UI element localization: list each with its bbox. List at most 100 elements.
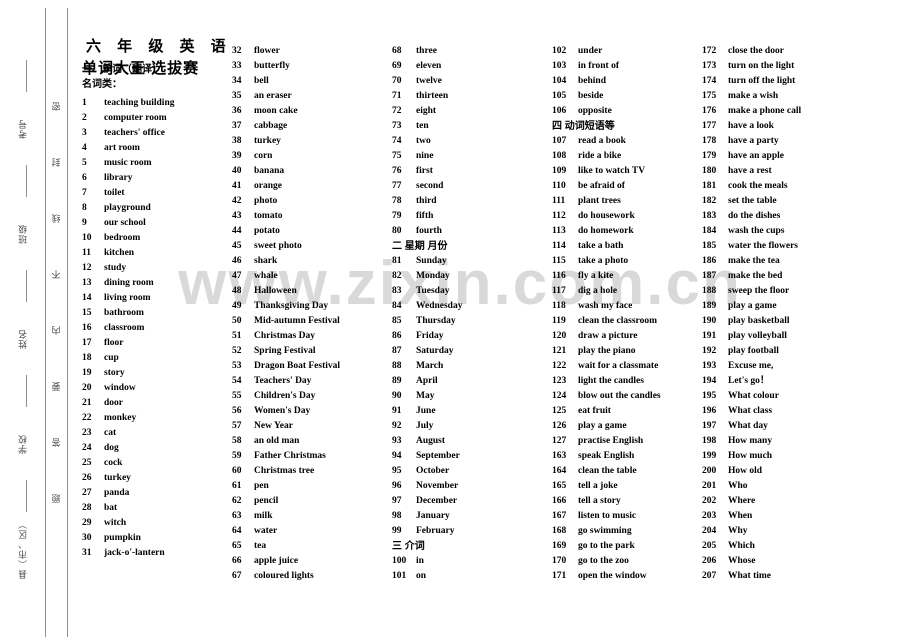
word-entry-number: 178 [702, 136, 717, 146]
word-entry-text: teaching building [104, 98, 175, 108]
word-entry: 197 What day [702, 419, 872, 434]
word-entry-text: have a look [728, 121, 774, 131]
word-entry-number: 98 [392, 511, 402, 521]
word-entry-number: 61 [232, 481, 242, 491]
word-entry-number: 125 [552, 406, 567, 416]
word-entry-text: an eraser [254, 91, 292, 101]
word-entry-text: do homework [578, 226, 634, 236]
word-entry-text: kitchen [104, 248, 135, 258]
word-entry-text: teachers' office [104, 128, 165, 138]
word-entry: 204 Why [702, 524, 872, 539]
word-entry-number: 174 [702, 76, 717, 86]
word-entry: 167 listen to music [552, 509, 712, 524]
word-entry-text: Friday [416, 331, 444, 341]
word-entry-number: 2 [82, 113, 87, 123]
word-entry-number: 95 [392, 466, 402, 476]
word-entry-number: 85 [392, 316, 402, 326]
word-entry-number: 88 [392, 361, 402, 371]
word-entry-text: toilet [104, 188, 125, 198]
word-entry: 107 read a book [552, 134, 712, 149]
word-entry: 92 July [392, 419, 550, 434]
word-entry-text: March [416, 361, 444, 371]
word-entry-text: turkey [104, 473, 131, 483]
word-entry: 114 take a bath [552, 239, 712, 254]
word-entry-text: witch [104, 518, 127, 528]
word-entry: 117 dig a hole [552, 284, 712, 299]
word-entry-number: 69 [392, 61, 402, 71]
word-entry-number: 27 [82, 488, 92, 498]
word-entry-text: tell a joke [578, 481, 618, 491]
word-entry-number: 114 [552, 241, 566, 251]
word-entry: 63 milk [232, 509, 390, 524]
word-entry-text: door [104, 398, 123, 408]
word-entry-text: library [104, 173, 133, 183]
word-entry: 71 thirteen [392, 89, 550, 104]
word-entry-text: draw a picture [578, 331, 638, 341]
word-entry-text: do housework [578, 211, 635, 221]
word-entry: 171 open the window [552, 569, 712, 584]
word-entry: 10 bedroom [82, 231, 232, 246]
word-entry-text: Who [728, 481, 748, 491]
word-column-4: 102 under 103 in front of 104 behind 105 beside… [552, 44, 712, 584]
word-entry-text: cabbage [254, 121, 288, 131]
word-entry-text: Let's go！ [728, 376, 770, 386]
word-entry: 68 three [392, 44, 550, 59]
section-subheading-nouns: 名词类： [82, 79, 122, 90]
word-entry: 6 library [82, 171, 232, 186]
word-entry: 119 clean the classroom [552, 314, 712, 329]
word-entry-text: How old [728, 466, 763, 476]
word-entry-text: Whose [728, 556, 756, 566]
word-entry: 99 February [392, 524, 550, 539]
word-entry-text: an old man [254, 436, 300, 446]
word-entry-number: 173 [702, 61, 717, 71]
word-entry-number: 190 [702, 316, 717, 326]
word-entry-text: eight [416, 106, 437, 116]
word-entry-text: Dragon Boat Festival [254, 361, 341, 371]
word-entry-text: go swimming [578, 526, 632, 536]
word-entry: 196 What class [702, 404, 872, 419]
word-entry-number: 193 [702, 361, 717, 371]
word-entry: 25 cock [82, 456, 232, 471]
word-entry: 179 have an apple [702, 149, 872, 164]
word-entry: 66 apple juice [232, 554, 390, 569]
word-entry-number: 93 [392, 436, 402, 446]
word-entry-number: 92 [392, 421, 402, 431]
word-entry-number: 68 [392, 46, 402, 56]
word-entry: 89 April [392, 374, 550, 389]
word-entry: 62 pencil [232, 494, 390, 509]
word-entry-text: classroom [104, 323, 145, 333]
word-entry-number: 46 [232, 256, 242, 266]
word-entry: 16 classroom [82, 321, 232, 336]
word-entry: 13 dining room [82, 276, 232, 291]
word-entry-number: 176 [702, 106, 717, 116]
word-entry-number: 8 [82, 203, 87, 213]
word-entry-number: 64 [232, 526, 242, 536]
word-entry-number: 96 [392, 481, 402, 491]
word-entry-number: 45 [232, 241, 242, 251]
word-entry-number: 1 [82, 98, 87, 108]
word-entry: 4 art room [82, 141, 232, 156]
word-entry-number: 33 [232, 61, 242, 71]
word-entry-number: 19 [82, 368, 92, 378]
word-entry-number: 105 [552, 91, 567, 101]
word-entry-text: bathroom [104, 308, 144, 318]
word-entry: 32 flower [232, 44, 390, 59]
word-entry-text: light the candles [578, 376, 644, 386]
word-entry: 205 Which [702, 539, 872, 554]
word-entry-number: 118 [552, 301, 566, 311]
word-entry-text: water the flowers [728, 241, 798, 251]
word-entry-number: 26 [82, 473, 92, 483]
word-entry-text: Father Christmas [254, 451, 326, 461]
word-entry: 22 monkey [82, 411, 232, 426]
word-entry-text: take a bath [578, 241, 624, 251]
word-entry: 190 play basketball [702, 314, 872, 329]
word-entry: 164 clean the table [552, 464, 712, 479]
word-entry-text: May [416, 391, 435, 401]
word-entry-number: 70 [392, 76, 402, 86]
word-entry-number: 166 [552, 496, 567, 506]
word-entry-text: whale [254, 271, 278, 281]
word-entry-text: Tuesday [416, 286, 450, 296]
word-entry-text: wait for a classmate [578, 361, 659, 371]
word-entry: 170 go to the zoo [552, 554, 712, 569]
word-entry-number: 65 [232, 541, 242, 551]
